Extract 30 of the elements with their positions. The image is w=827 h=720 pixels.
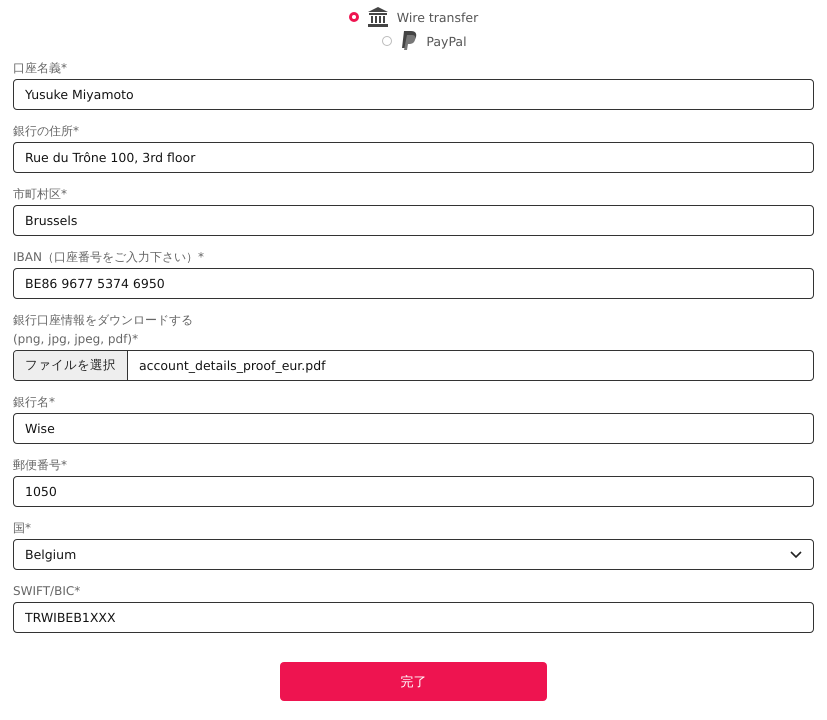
payment-method-label: PayPal <box>426 34 467 48</box>
input-field[interactable]: Brussels <box>13 205 814 236</box>
file-field[interactable]: ファイルを選択 account_details_proof_eur.pdf <box>13 350 814 381</box>
field-label: 口座名義* <box>13 60 68 76</box>
chevron-down-icon <box>790 550 802 558</box>
field-label: 郵便番号* <box>13 457 68 473</box>
field-label: SWIFT/BIC* <box>13 583 82 599</box>
field-label: 銀行の住所* <box>13 123 80 139</box>
paypal-icon <box>400 31 418 51</box>
input-field[interactable]: TRWIBEB1XXX <box>13 602 814 633</box>
input-field[interactable]: BE86 9677 5374 6950 <box>13 268 814 299</box>
field-label: 銀行口座情報をダウンロードする <box>13 312 194 328</box>
input-field[interactable]: 1050 <box>13 476 814 507</box>
input-field[interactable]: Yusuke Miyamoto <box>13 79 814 110</box>
radio-button[interactable] <box>348 12 359 22</box>
select-value: Belgium <box>25 547 76 562</box>
field-label: IBAN（口座番号をご入力下さい）* <box>13 249 205 265</box>
payment-method-label: Wire transfer <box>396 10 478 24</box>
input-field[interactable]: Wise <box>13 413 814 444</box>
file-name: account_details_proof_eur.pdf <box>138 357 327 375</box>
choose-file-button[interactable]: ファイルを選択 <box>14 351 128 380</box>
input-field[interactable]: Rue du Trône 100, 3rd floor <box>13 142 814 173</box>
field-label: 銀行名* <box>13 394 56 410</box>
radio-button[interactable] <box>382 36 392 46</box>
field-label: 国* <box>13 520 32 536</box>
country-select[interactable]: Belgium <box>13 539 814 570</box>
field-label: (png, jpg, jpeg, pdf)* <box>13 331 140 347</box>
submit-button[interactable]: 完了 <box>280 662 547 701</box>
bank-icon <box>366 7 389 27</box>
field-label: 市町村区* <box>13 186 68 202</box>
